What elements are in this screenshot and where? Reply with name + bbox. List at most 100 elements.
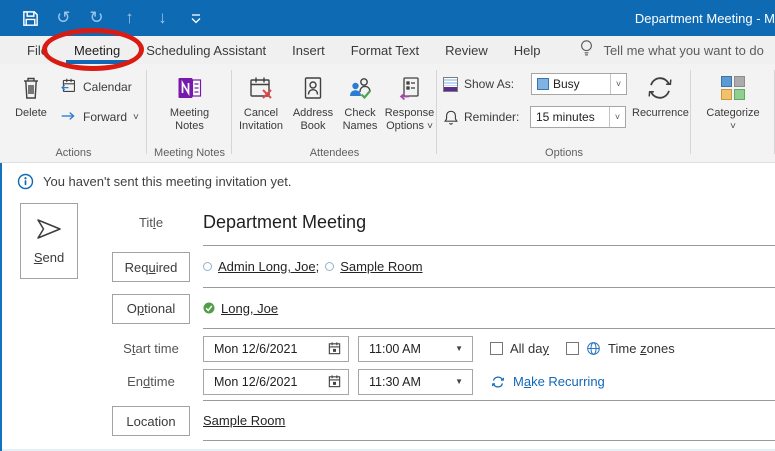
make-recurring-link[interactable]: Make Recurring xyxy=(490,374,605,390)
ribbon-group-meeting-notes: Meeting Notes Meeting Notes xyxy=(147,64,232,162)
check-names-icon xyxy=(347,72,374,104)
title-label: Title xyxy=(112,215,190,230)
attendee-link[interactable]: Long, Joe xyxy=(221,301,278,316)
reminder-dropdown[interactable]: 15 minutes ˅ xyxy=(530,106,626,128)
move-down-icon[interactable]: ↓ xyxy=(146,4,179,32)
start-date-picker[interactable]: Mon 12/6/2021 xyxy=(203,336,349,362)
location-value[interactable]: Sample Room xyxy=(203,413,285,428)
end-time-dropdown[interactable]: 11:30 AM ▼ xyxy=(358,369,473,395)
meeting-notes-button[interactable]: Meeting Notes xyxy=(161,71,219,134)
ribbon-group-options: Show As: Busy ˅ xyxy=(437,64,691,162)
tab-insert[interactable]: Insert xyxy=(279,36,338,64)
outlook-meeting-window: ↺ ↻ ↑ ↓ Department Meeting - M File Meet… xyxy=(0,0,775,451)
onenote-icon xyxy=(177,72,203,104)
chevron-down-icon: ˅ xyxy=(427,121,433,132)
busy-status-swatch xyxy=(537,78,549,90)
all-day-checkbox[interactable]: All day xyxy=(490,341,549,356)
recurrence-icon xyxy=(644,72,676,104)
checkbox-icon[interactable] xyxy=(490,342,503,355)
titlebar: ↺ ↻ ↑ ↓ Department Meeting - M xyxy=(0,0,775,36)
optional-button[interactable]: Optional xyxy=(112,294,190,324)
tab-scheduling-assistant[interactable]: Scheduling Assistant xyxy=(133,36,279,64)
required-row: Required Admin Long, Joe; Sample Room xyxy=(2,246,775,288)
attendee-link[interactable]: Admin Long, Joe xyxy=(218,259,316,274)
ribbon-group-attendees: Cancel Invitation Address Book xyxy=(232,64,437,162)
end-time-row: End time Mon 12/6/2021 11:30 AM ▼ xyxy=(2,368,775,395)
ribbon-tabs: File Meeting Scheduling Assistant Insert… xyxy=(0,36,775,64)
categorize-icon xyxy=(721,72,745,104)
cancel-invitation-button[interactable]: Cancel Invitation xyxy=(234,71,288,134)
required-button[interactable]: Required xyxy=(112,252,190,282)
start-time-row: Start time Mon 12/6/2021 11:00 AM ▼ xyxy=(2,335,775,362)
address-book-icon xyxy=(300,72,326,104)
undo-icon[interactable]: ↺ xyxy=(47,4,80,32)
location-row: Location Sample Room xyxy=(2,401,775,441)
calendar-button[interactable]: Calendar xyxy=(60,75,139,99)
infobar: You haven't sent this meeting invitation… xyxy=(2,163,775,199)
tab-review[interactable]: Review xyxy=(432,36,501,64)
end-date-picker[interactable]: Mon 12/6/2021 xyxy=(203,369,349,395)
tab-help[interactable]: Help xyxy=(501,36,554,64)
trash-icon xyxy=(19,72,43,104)
time-zones-checkbox[interactable]: Time zones xyxy=(566,341,675,356)
save-icon[interactable] xyxy=(14,4,47,32)
chevron-down-icon: ˅ xyxy=(610,74,626,94)
bell-icon xyxy=(443,109,459,126)
forward-button[interactable]: Forward ˅ xyxy=(60,105,139,129)
datepicker-calendar-icon[interactable] xyxy=(327,374,348,389)
chevron-down-icon: ˅ xyxy=(133,112,139,123)
required-field[interactable]: Admin Long, Joe; Sample Room xyxy=(203,246,775,288)
tab-format-text[interactable]: Format Text xyxy=(338,36,432,64)
window-title: Department Meeting - M xyxy=(635,11,775,26)
show-as-dropdown[interactable]: Busy ˅ xyxy=(531,73,627,95)
check-names-button[interactable]: Check Names xyxy=(338,71,382,134)
lightbulb-icon xyxy=(579,39,594,61)
optional-row: Optional Long, Joe xyxy=(2,288,775,329)
separator: ; xyxy=(316,259,320,274)
datepicker-calendar-icon[interactable] xyxy=(327,341,348,356)
show-as-label: Show As: xyxy=(464,77,531,91)
response-options-button[interactable]: Response Options ˅ xyxy=(382,71,437,134)
delete-button[interactable]: Delete xyxy=(10,71,52,129)
address-book-button[interactable]: Address Book xyxy=(288,71,338,134)
end-time-label: End time xyxy=(112,374,190,389)
presence-icon xyxy=(203,262,212,271)
redo-icon[interactable]: ↻ xyxy=(80,4,113,32)
chevron-down-icon: ˅ xyxy=(730,120,736,133)
response-options-icon xyxy=(397,72,423,104)
title-value: Department Meeting xyxy=(203,212,366,233)
dropdown-arrow-icon: ▼ xyxy=(455,377,472,386)
location-field[interactable]: Sample Room xyxy=(203,401,775,441)
quick-access-toolbar: ↺ ↻ ↑ ↓ xyxy=(14,4,212,32)
infobar-message: You haven't sent this meeting invitation… xyxy=(43,174,291,189)
chevron-down-icon: ˅ xyxy=(609,107,625,127)
dropdown-arrow-icon: ▼ xyxy=(455,344,472,353)
calendar-icon xyxy=(60,77,77,97)
forward-arrow-icon xyxy=(60,110,77,125)
recurrence-icon xyxy=(490,374,506,390)
ribbon-group-tags: Categorize ˅ xyxy=(691,64,775,162)
title-row: Title Department Meeting xyxy=(2,199,775,246)
customize-quick-access-toolbar-icon[interactable] xyxy=(179,4,212,32)
optional-field[interactable]: Long, Joe xyxy=(203,288,775,329)
ribbon: Delete Calendar xyxy=(0,64,775,163)
location-button[interactable]: Location xyxy=(112,406,190,436)
cancel-calendar-icon xyxy=(248,72,275,104)
move-up-icon[interactable]: ↑ xyxy=(113,4,146,32)
globe-icon xyxy=(586,341,601,356)
start-time-dropdown[interactable]: 11:00 AM ▼ xyxy=(358,336,473,362)
presence-available-icon xyxy=(203,302,215,314)
ribbon-group-actions: Delete Calendar xyxy=(0,64,147,162)
tell-me-box[interactable]: Tell me what you want to do xyxy=(579,39,763,61)
tab-meeting[interactable]: Meeting xyxy=(61,36,133,64)
recurrence-button[interactable]: Recurrence xyxy=(629,71,692,130)
show-as-icon xyxy=(443,77,458,92)
categorize-button[interactable]: Categorize ˅ xyxy=(701,71,765,134)
reminder-label: Reminder: xyxy=(464,110,530,124)
attendee-link[interactable]: Sample Room xyxy=(340,259,422,274)
title-field[interactable]: Department Meeting xyxy=(203,199,775,246)
tab-file[interactable]: File xyxy=(14,36,61,64)
meeting-form: You haven't sent this meeting invitation… xyxy=(0,163,775,451)
checkbox-icon[interactable] xyxy=(566,342,579,355)
tell-me-text: Tell me what you want to do xyxy=(603,43,763,58)
